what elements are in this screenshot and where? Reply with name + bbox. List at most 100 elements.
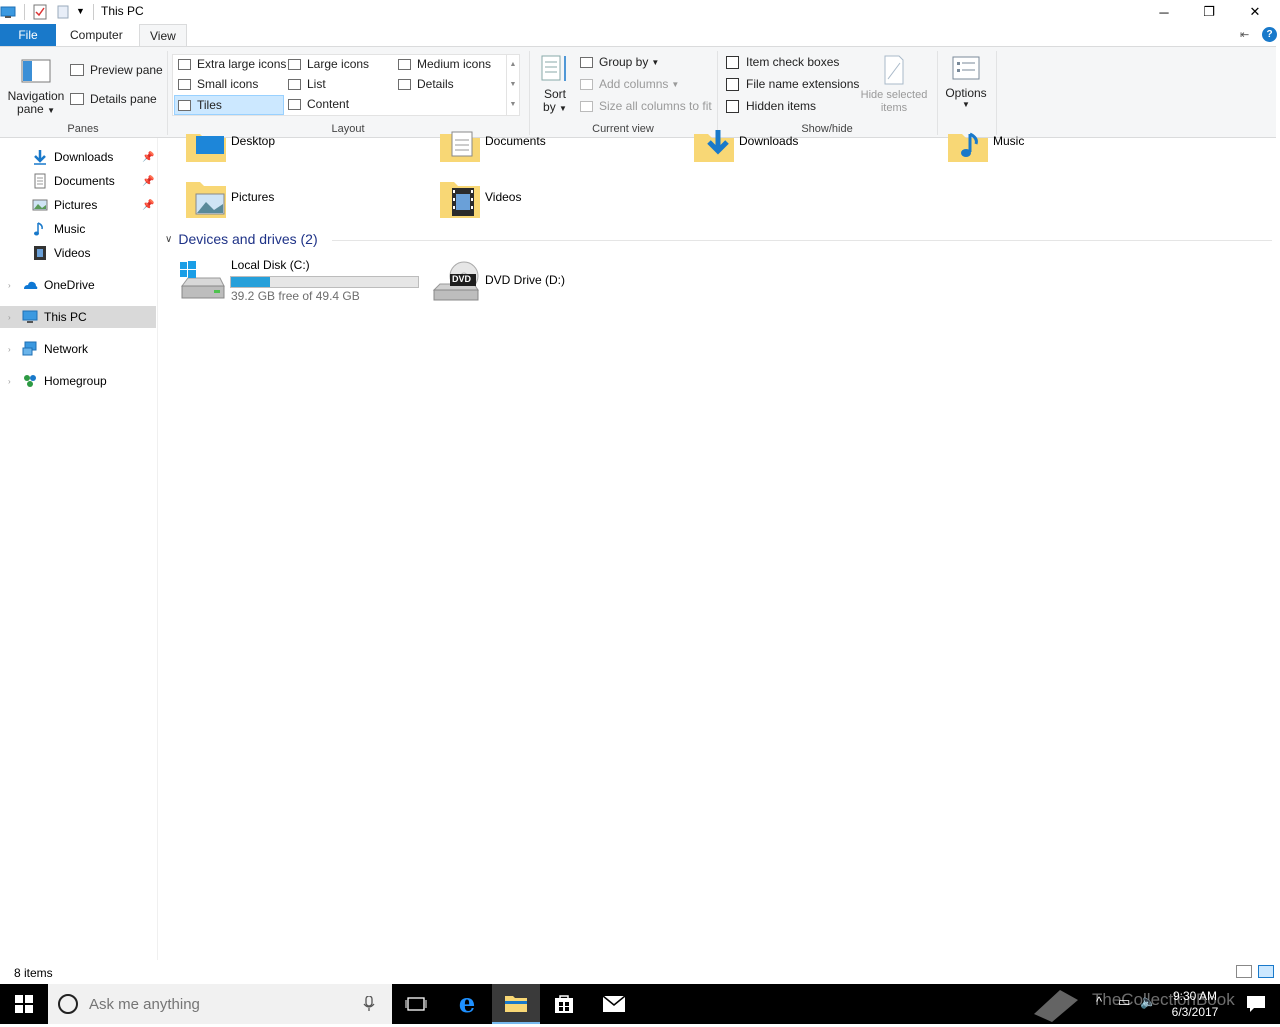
quick-access-dropdown-icon[interactable]: ▼ <box>76 6 86 22</box>
expand-arrow-icon[interactable]: › <box>8 313 11 322</box>
network-status-icon[interactable]: ▭ <box>1118 994 1130 1010</box>
collapse-chevron-icon[interactable]: ∨ <box>165 234 172 245</box>
videos-folder-icon[interactable] <box>440 178 480 218</box>
layout-gallery-scroll[interactable]: ▲ ▼ ▼ <box>506 55 519 115</box>
add-columns-button[interactable]: Add columns ▼ <box>580 77 679 91</box>
file-list: Desktop Documents Downloads Music Pictur… <box>160 130 1280 960</box>
properties-icon[interactable] <box>33 4 49 20</box>
preview-pane-button[interactable]: Preview pane <box>70 63 163 77</box>
new-folder-icon[interactable] <box>57 4 71 20</box>
minimize-button[interactable]: ─ <box>1141 0 1187 24</box>
action-center-button[interactable] <box>1232 984 1280 1024</box>
hide-selected-label-2: items <box>880 102 908 114</box>
hide-selected-items-button[interactable]: Hide selected items <box>856 55 932 115</box>
expand-arrow-icon[interactable]: › <box>8 345 11 354</box>
expand-gallery-icon[interactable]: ▼ <box>507 95 519 115</box>
microphone-icon[interactable] <box>363 996 375 1012</box>
volume-icon[interactable]: 🔈 <box>1140 994 1156 1010</box>
file-name-extensions-toggle[interactable]: File name extensions <box>726 77 859 91</box>
small-icons-option[interactable]: Small icons <box>178 77 258 91</box>
tiles-option[interactable]: Tiles <box>174 95 284 115</box>
this-pc-app-icon[interactable] <box>0 4 18 20</box>
sidebar-item-onedrive[interactable]: › OneDrive <box>0 274 156 296</box>
expand-arrow-icon[interactable]: › <box>8 281 11 290</box>
local-disk-name[interactable]: Local Disk (C:) <box>231 258 310 272</box>
details-option[interactable]: Details <box>398 77 454 91</box>
dvd-drive-icon[interactable]: DVD <box>432 258 480 302</box>
onedrive-icon <box>24 281 38 289</box>
details-pane-label: Details pane <box>90 92 157 106</box>
folder-label-desktop[interactable]: Desktop <box>231 134 275 148</box>
help-icon[interactable]: ? <box>1262 27 1277 42</box>
mail-button[interactable] <box>590 984 638 1024</box>
tab-file[interactable]: File <box>0 24 56 46</box>
details-view-icon[interactable] <box>1236 965 1252 978</box>
close-button[interactable]: ✕ <box>1232 0 1278 24</box>
expand-arrow-icon[interactable]: › <box>8 377 11 386</box>
store-button[interactable] <box>540 984 588 1024</box>
sidebar-item-documents[interactable]: Documents 📌 <box>0 170 156 192</box>
hidden-items-checkbox[interactable] <box>726 99 739 113</box>
sidebar-item-network[interactable]: › Network <box>0 338 156 360</box>
navigation-pane-button[interactable]: Navigation pane ▼ <box>6 51 66 119</box>
task-view-button[interactable] <box>392 984 440 1024</box>
tab-view[interactable]: View <box>139 24 187 47</box>
pin-icon[interactable]: 📌 <box>142 200 154 211</box>
options-button[interactable]: Options ▼ <box>942 55 990 110</box>
divider <box>937 51 938 135</box>
extra-large-icons-option[interactable]: Extra large icons <box>178 57 286 71</box>
local-disk-usage-bar <box>230 276 419 288</box>
scroll-down-icon[interactable]: ▼ <box>507 75 519 95</box>
group-by-icon <box>580 56 593 68</box>
sidebar-item-homegroup[interactable]: › Homegroup <box>0 370 156 392</box>
sidebar-item-downloads[interactable]: Downloads 📌 <box>0 146 156 168</box>
folder-label-music[interactable]: Music <box>993 134 1024 148</box>
sidebar-item-pictures[interactable]: Pictures 📌 <box>0 194 156 216</box>
show-hidden-icons-icon[interactable]: ^ <box>1096 994 1102 1009</box>
preview-pane-icon <box>70 64 84 76</box>
folder-label-documents[interactable]: Documents <box>485 134 546 148</box>
devices-group-header[interactable]: ∨ Devices and drives (2) <box>165 231 318 247</box>
details-pane-button[interactable]: Details pane <box>70 92 157 106</box>
search-input[interactable] <box>89 995 339 1013</box>
music-folder-icon[interactable] <box>948 130 988 162</box>
sort-by-button[interactable]: Sort by ▼ <box>538 53 572 119</box>
folder-label-videos[interactable]: Videos <box>485 190 521 204</box>
local-disk-icon[interactable] <box>178 258 226 302</box>
scroll-up-icon[interactable]: ▲ <box>507 55 519 75</box>
tab-computer[interactable]: Computer <box>60 24 133 46</box>
group-by-button[interactable]: Group by ▼ <box>580 55 659 69</box>
large-icons-option[interactable]: Large icons <box>288 57 369 71</box>
folder-label-downloads[interactable]: Downloads <box>739 134 798 148</box>
documents-folder-icon[interactable] <box>440 130 480 162</box>
medium-icons-option[interactable]: Medium icons <box>398 57 491 71</box>
size-all-columns-button[interactable]: Size all columns to fit <box>580 99 712 113</box>
pictures-folder-icon[interactable] <box>186 178 226 218</box>
file-name-extensions-checkbox[interactable] <box>726 77 739 91</box>
large-icons-icon <box>288 58 301 70</box>
dvd-drive-name[interactable]: DVD Drive (D:) <box>485 273 565 287</box>
pin-icon[interactable]: 📌 <box>142 176 154 187</box>
notification-icon <box>1247 996 1265 1012</box>
list-option[interactable]: List <box>288 77 326 91</box>
pin-icon[interactable]: 📌 <box>142 152 154 163</box>
taskbar-search[interactable] <box>48 984 392 1024</box>
file-explorer-button[interactable] <box>492 984 540 1024</box>
sidebar-item-music[interactable]: Music <box>0 218 156 240</box>
pin-ribbon-icon[interactable]: ⇤ <box>1240 28 1249 41</box>
downloads-folder-icon[interactable] <box>694 130 734 162</box>
sidebar-item-this-pc[interactable]: › This PC <box>0 306 156 328</box>
item-check-boxes-toggle[interactable]: Item check boxes <box>726 55 839 69</box>
start-button[interactable] <box>0 984 48 1024</box>
edge-button[interactable]: e <box>443 984 491 1024</box>
item-check-boxes-checkbox[interactable] <box>726 55 739 69</box>
book-watermark-icon <box>1030 984 1082 1024</box>
folder-label-pictures[interactable]: Pictures <box>231 190 274 204</box>
sidebar-item-videos[interactable]: Videos <box>0 242 156 264</box>
large-icons-view-icon[interactable] <box>1258 965 1274 978</box>
hidden-items-toggle[interactable]: Hidden items <box>726 99 816 113</box>
system-clock[interactable]: 9:30 AM 6/3/2017 <box>1160 988 1230 1020</box>
content-option[interactable]: Content <box>288 97 349 111</box>
desktop-folder-icon[interactable] <box>186 130 226 162</box>
restore-button[interactable]: ❐ <box>1186 0 1232 24</box>
